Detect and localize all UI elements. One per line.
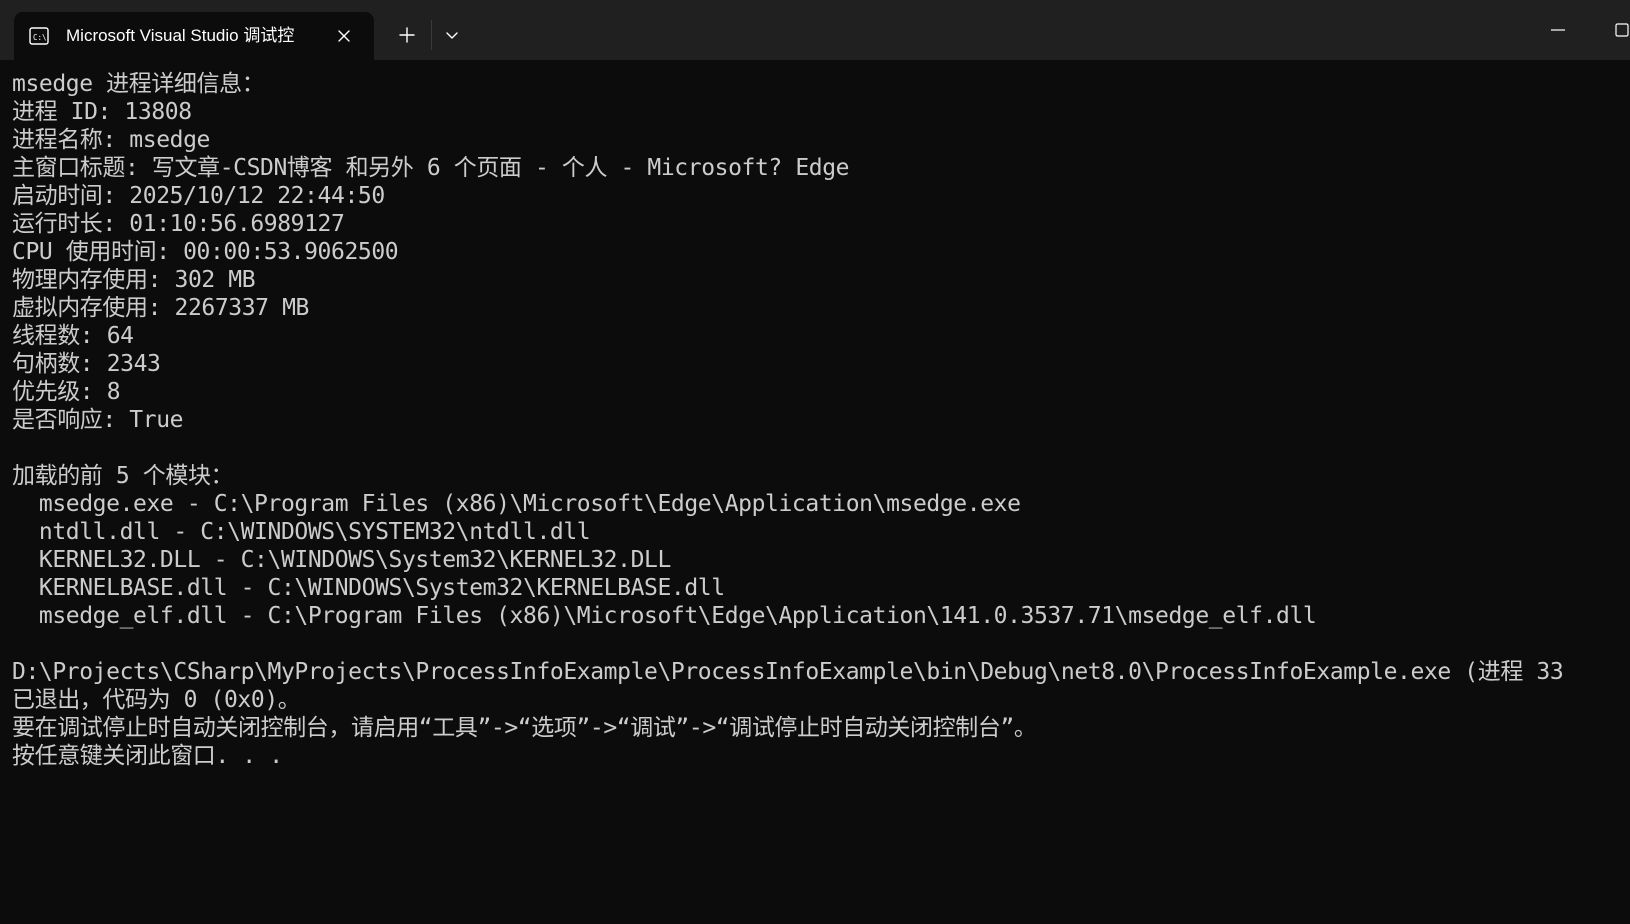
console-line: 句柄数: 2343 <box>12 351 161 377</box>
console-line: 进程名称: msedge <box>12 127 210 153</box>
minimize-button[interactable] <box>1540 14 1576 46</box>
console-line: 启动时间: 2025/10/12 22:44:50 <box>12 183 385 209</box>
console-line: msedge_elf.dll - C:\Program Files (x86)\… <box>12 603 1317 629</box>
minimize-icon <box>1551 29 1565 31</box>
console-line: msedge 进程详细信息： <box>12 71 265 97</box>
console-line: CPU 使用时间: 00:00:53.9062500 <box>12 239 399 265</box>
maximize-icon <box>1615 23 1629 37</box>
console-line: KERNEL32.DLL - C:\WINDOWS\System32\KERNE… <box>12 547 671 573</box>
console-line: 线程数: 64 <box>12 323 134 349</box>
console-line: 要在调试停止时自动关闭控制台，请启用“工具”->“选项”->“调试”->“调试停… <box>12 715 1037 741</box>
tab-dropdown-button[interactable] <box>437 20 467 50</box>
tab-debug-console[interactable]: C:\ Microsoft Visual Studio 调试控 <box>14 12 374 60</box>
svg-text:C:\: C:\ <box>33 33 47 42</box>
console-line: 优先级: 8 <box>12 379 121 405</box>
console-line: 进程 ID: 13808 <box>12 99 192 125</box>
console-line: 主窗口标题: 写文章-CSDN博客 和另外 6 个页面 - 个人 - Micro… <box>12 155 850 181</box>
maximize-button[interactable] <box>1604 14 1630 46</box>
console-output[interactable]: msedge 进程详细信息： 进程 ID: 13808 进程名称: msedge… <box>12 70 1630 924</box>
plus-icon <box>399 27 415 43</box>
console-line: ntdll.dll - C:\WINDOWS\SYSTEM32\ntdll.dl… <box>12 519 591 545</box>
chevron-down-icon <box>446 32 458 39</box>
title-bar: C:\ Microsoft Visual Studio 调试控 <box>0 0 1630 60</box>
console-line: D:\Projects\CSharp\MyProjects\ProcessInf… <box>12 659 1564 685</box>
console-line: 虚拟内存使用: 2267337 MB <box>12 295 309 321</box>
console-line: 已退出，代码为 0 (0x0)。 <box>12 687 301 713</box>
console-icon: C:\ <box>29 26 49 46</box>
close-tab-button[interactable] <box>332 24 356 48</box>
console-line: KERNELBASE.dll - C:\WINDOWS\System32\KER… <box>12 575 725 601</box>
tab-title: Microsoft Visual Studio 调试控 <box>66 26 295 45</box>
console-line: 是否响应: True <box>12 407 184 433</box>
console-line: msedge.exe - C:\Program Files (x86)\Micr… <box>12 491 1021 517</box>
console-line: 按任意键关闭此窗口. . . <box>12 743 283 769</box>
terminal-window: C:\ Microsoft Visual Studio 调试控 msedge 进… <box>0 0 1630 924</box>
tab-divider <box>431 20 432 50</box>
console-line: 加载的前 5 个模块： <box>12 463 234 489</box>
close-icon <box>338 30 350 42</box>
console-line: 运行时长: 01:10:56.6989127 <box>12 211 345 237</box>
console-line: 物理内存使用: 302 MB <box>12 267 256 293</box>
new-tab-button[interactable] <box>392 20 422 50</box>
